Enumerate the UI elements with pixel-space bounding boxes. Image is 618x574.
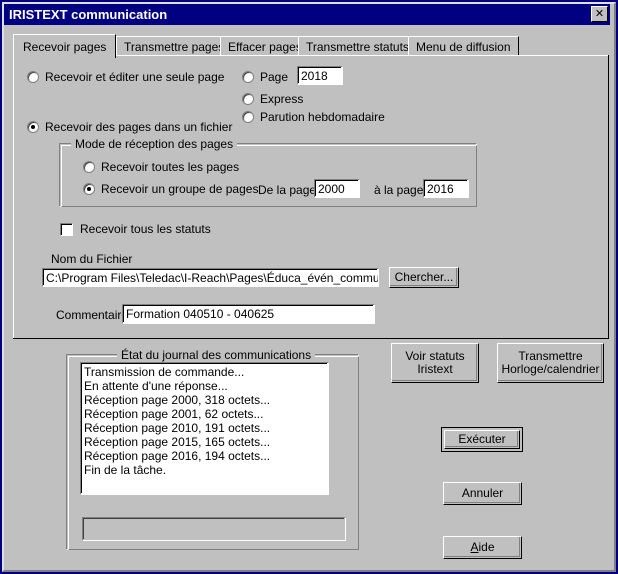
groupbox-title: État du journal des communications [117, 348, 316, 362]
radio-label: Parution hebdomadaire [260, 110, 385, 124]
tab-transmettre-pages[interactable]: Transmettre pages [116, 36, 233, 56]
communication-log-list[interactable]: Transmission de commande... En attente d… [80, 362, 329, 495]
from-page-value: 2000 [318, 181, 345, 196]
tab-label: Recevoir pages [23, 39, 107, 54]
radio-indicator [242, 71, 254, 83]
radio-recevoir-un-groupe-de-pages[interactable]: Recevoir un groupe de pages [83, 182, 258, 196]
tab-label: Transmettre pages [124, 39, 225, 54]
label-de-la-page: De la page: [258, 183, 320, 197]
radio-parution-hebdomadaire[interactable]: Parution hebdomadaire [242, 110, 385, 124]
radio-indicator [83, 183, 95, 195]
button-label-line1: Voir statuts [405, 349, 465, 363]
label-a-la-page: à la page: [374, 183, 427, 197]
cancel-button[interactable]: Annuler [443, 482, 522, 505]
tab-transmettre-statuts[interactable]: Transmettre statuts [298, 36, 417, 56]
window-title: IRISTEXT communication [9, 7, 168, 22]
title-bar: IRISTEXT communication ✕ [4, 4, 610, 25]
groupbox-mode-de-reception: Mode de réception des pages Recevoir tou… [59, 137, 477, 207]
log-line: Réception page 2015, 165 octets... [84, 435, 271, 449]
tab-label: Menu de diffusion [416, 39, 511, 54]
progress-bar [82, 517, 346, 541]
page-number-input[interactable]: 2018 [297, 66, 343, 85]
to-page-value: 2016 [427, 181, 454, 196]
log-line: En attente d'une réponse... [84, 379, 228, 393]
tab-menu-de-diffusion[interactable]: Menu de diffusion [408, 36, 519, 56]
filename-input[interactable]: C:\Program Files\Teledac\I-Reach\Pages\É… [42, 268, 379, 287]
log-line: Fin de la tâche. [84, 463, 167, 477]
radio-recevoir-toutes-les-pages[interactable]: Recevoir toutes les pages [83, 160, 239, 174]
tab-recevoir-pages[interactable]: Recevoir pages [13, 34, 117, 58]
tab-strip: Recevoir pages Transmettre pages Effacer… [13, 34, 609, 58]
execute-button[interactable]: Exécuter [441, 427, 523, 452]
radio-label: Recevoir et éditer une seule page [45, 70, 225, 84]
radio-page[interactable]: Page [242, 70, 288, 84]
browse-button-label: Chercher... [394, 270, 454, 284]
radio-label: Recevoir des pages dans un fichier [45, 120, 233, 134]
radio-indicator [27, 71, 39, 83]
comment-input[interactable]: Formation 040510 - 040625 [122, 304, 375, 324]
radio-label: Recevoir un groupe de pages [101, 182, 259, 196]
radio-indicator [242, 111, 254, 123]
groupbox-title: Mode de réception des pages [71, 137, 238, 151]
label-commentaire: Commentaire [56, 308, 129, 322]
page-number-value: 2018 [301, 68, 328, 83]
execute-button-label: Exécuter [458, 432, 506, 446]
transmit-clock-calendar-button[interactable]: Transmettre Horloge/calendrier [497, 343, 604, 383]
log-line: Réception page 2016, 194 octets... [84, 449, 271, 463]
view-status-iristext-button[interactable]: Voir statuts Iristext [391, 343, 479, 383]
tab-label: Effacer pages [228, 39, 302, 54]
log-line: Transmission de commande... [84, 365, 245, 379]
checkbox-indicator [60, 222, 73, 236]
filename-value: C:\Program Files\Teledac\I-Reach\Pages\É… [46, 270, 379, 285]
help-accel-letter: A [470, 540, 479, 554]
radio-label: Express [260, 92, 304, 106]
radio-label: Recevoir toutes les pages [101, 160, 240, 174]
radio-express[interactable]: Express [242, 92, 303, 106]
help-label-rest: ide [478, 540, 495, 554]
tab-label: Transmettre statuts [306, 39, 409, 54]
radio-recevoir-pages-dans-un-fichier[interactable]: Recevoir des pages dans un fichier [27, 120, 232, 134]
tab-page-recevoir: Recevoir et éditer une seule page Recevo… [13, 55, 609, 339]
checkbox-recevoir-tous-les-statuts[interactable]: Recevoir tous les statuts [60, 222, 211, 236]
close-icon[interactable]: ✕ [591, 6, 608, 22]
iristext-communication-window: IRISTEXT communication ✕ Recevoir pages … [0, 0, 618, 574]
tab-effacer-pages[interactable]: Effacer pages [220, 36, 310, 56]
button-label-line1: Transmettre [518, 349, 583, 363]
from-page-input[interactable]: 2000 [314, 179, 360, 198]
cancel-button-label: Annuler [461, 486, 504, 500]
button-label-line2: Horloge/calendrier [501, 362, 600, 376]
to-page-input[interactable]: 2016 [423, 179, 469, 198]
radio-label: Page [260, 70, 289, 84]
checkbox-label: Recevoir tous les statuts [80, 222, 211, 236]
comment-value: Formation 040510 - 040625 [126, 307, 275, 321]
radio-indicator [27, 121, 39, 133]
help-button[interactable]: Aide [443, 536, 522, 559]
log-line: Réception page 2000, 318 octets... [84, 393, 271, 407]
button-label-line2: Iristext [417, 362, 453, 376]
label-nom-du-fichier: Nom du Fichier [51, 252, 133, 266]
log-line: Réception page 2010, 191 octets... [84, 421, 271, 435]
log-line: Réception page 2001, 62 octets... [84, 407, 264, 421]
radio-indicator [242, 93, 254, 105]
browse-button[interactable]: Chercher... [389, 267, 459, 288]
radio-recevoir-editer-une-seule-page[interactable]: Recevoir et éditer une seule page [27, 70, 224, 84]
radio-indicator [83, 161, 95, 173]
